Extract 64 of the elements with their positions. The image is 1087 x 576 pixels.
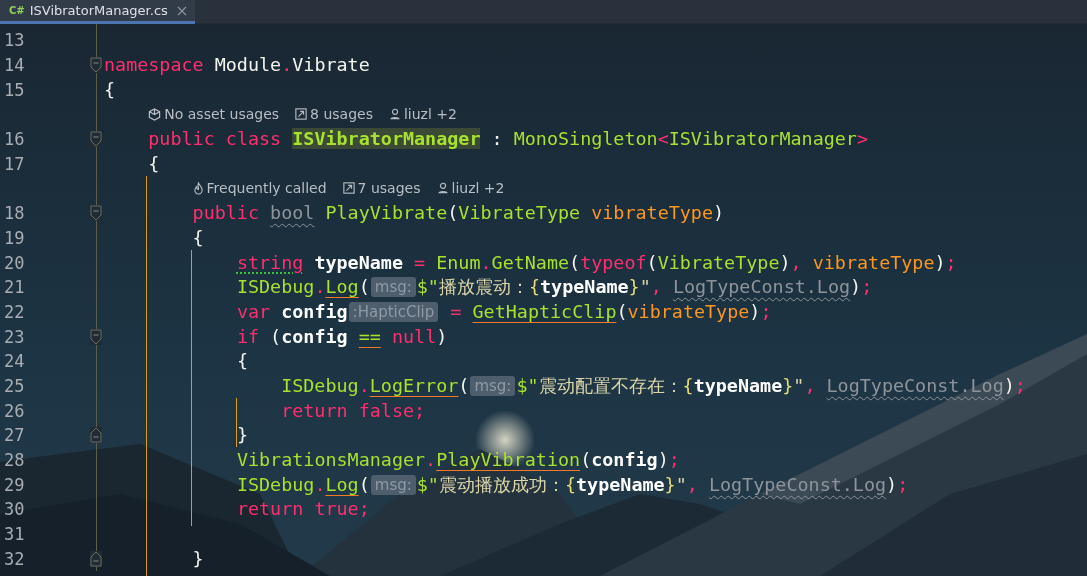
person-icon <box>388 108 401 121</box>
line-number: 18 <box>3 203 26 224</box>
line-number: 29 <box>3 474 26 495</box>
code-lens-text[interactable]: 7 usages <box>357 178 421 199</box>
inlay-hint: msg: <box>370 277 416 298</box>
file-type-label: C# <box>9 5 25 16</box>
line-number: 27 <box>3 425 26 446</box>
line-number: 30 <box>3 499 26 520</box>
line-number: 13 <box>3 30 26 51</box>
code-text: public bool PlayVibrate(VibrateType vibrateType) <box>192 203 725 224</box>
tab-label: ISVibratorManager.cs <box>29 3 168 18</box>
line-number: 19 <box>3 227 26 248</box>
code-text: var config <box>236 301 348 322</box>
code-lens-text[interactable]: Frequently called <box>206 178 327 199</box>
line-number: 32 <box>3 548 26 569</box>
line-number: 26 <box>3 400 26 421</box>
person-icon <box>436 182 449 195</box>
code-text: $"播放震动：{typeName}", LogTypeConst.Log); <box>416 277 873 298</box>
code-text: VibrationsManager.PlayVibration(config); <box>236 450 680 471</box>
fold-marker-icon[interactable] <box>90 57 102 74</box>
cube-icon <box>148 107 162 121</box>
code-lens-text[interactable]: liuzl +2 <box>451 178 505 199</box>
code-text: { <box>104 79 116 100</box>
code-text: return false; <box>281 400 426 421</box>
code-lens-text[interactable]: No asset usages <box>164 104 280 125</box>
line-number: 25 <box>3 375 26 396</box>
code-text: ISDebug.Log( <box>236 474 370 495</box>
line-number: 14 <box>3 55 26 76</box>
line-number: 21 <box>3 277 26 298</box>
code-text: ISDebug.Log( <box>236 277 370 298</box>
code-text: { <box>192 227 204 248</box>
code-text: ISDebug.LogError( <box>281 375 470 396</box>
close-icon[interactable] <box>176 5 187 16</box>
code-text: { <box>148 153 160 174</box>
line-number: 16 <box>3 129 26 150</box>
line-number: 31 <box>3 524 26 545</box>
code-lens-text[interactable]: 8 usages <box>310 104 373 125</box>
code-text: $"震动播放成功：{typeName}", LogTypeConst.Log); <box>416 474 909 495</box>
fold-marker-icon[interactable] <box>90 427 102 444</box>
arrow-box-icon <box>342 182 355 195</box>
code-text: return true; <box>236 499 370 520</box>
code-text: if (config == null) <box>236 326 448 347</box>
line-number: 20 <box>3 252 26 273</box>
fold-marker-icon[interactable] <box>90 205 102 222</box>
line-number: 23 <box>3 326 26 347</box>
flame-icon <box>192 181 204 195</box>
code-text: string typeName = Enum.GetName(typeof(VibrateType), vibrateType); <box>236 252 957 273</box>
file-tab[interactable]: C# ISVibratorManager.cs <box>0 0 195 24</box>
code-text: $"震动配置不存在：{typeName}", LogTypeConst.Log); <box>516 375 1026 396</box>
code-lens-text[interactable]: liuzl +2 <box>403 104 457 125</box>
line-number: 24 <box>3 351 26 372</box>
code-text: public class ISVibratorManager : MonoSingleton<ISVibratorManager> <box>148 129 869 150</box>
line-number: 15 <box>3 79 26 100</box>
fold-marker-icon[interactable] <box>90 131 102 148</box>
code-text: = GetHapticClip(vibrateType); <box>449 301 772 322</box>
code-text: } <box>236 425 248 446</box>
code-text: { <box>236 351 248 372</box>
code-text: } <box>192 548 204 569</box>
inlay-hint: msg: <box>470 375 516 396</box>
line-number: 17 <box>3 153 26 174</box>
line-number: 28 <box>3 450 26 471</box>
arrow-box-icon <box>295 108 308 121</box>
code-text: namespace Module.Vibrate <box>104 55 370 76</box>
line-number: 22 <box>3 301 26 322</box>
